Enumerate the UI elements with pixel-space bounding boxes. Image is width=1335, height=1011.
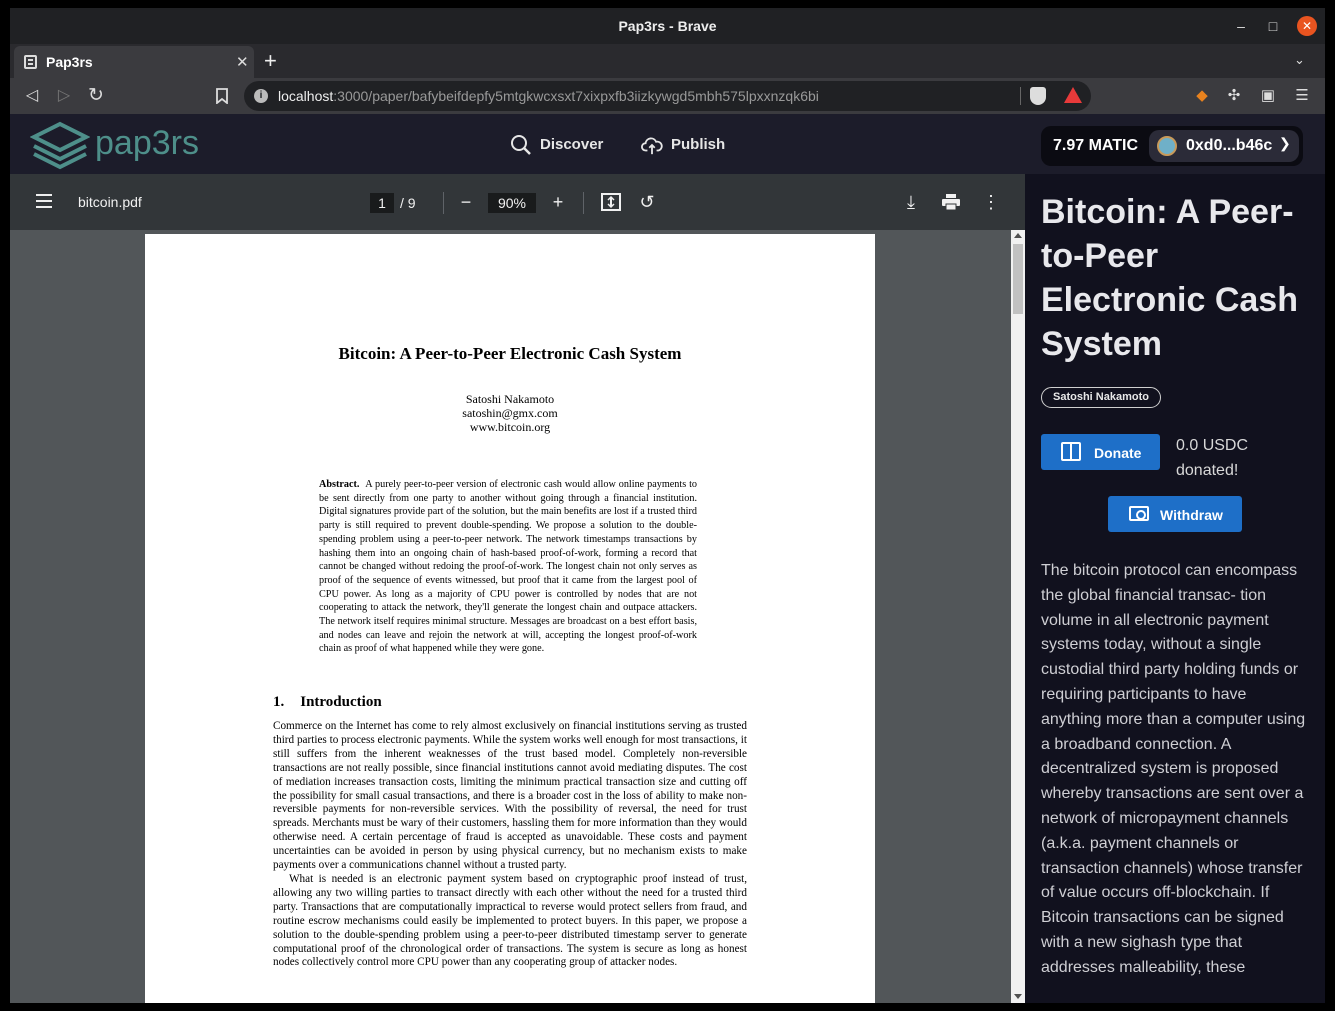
pap3rs-logo-icon[interactable]: [30, 120, 90, 170]
pdf-filename: bitcoin.pdf: [78, 194, 142, 210]
forward-icon[interactable]: ▷: [52, 84, 76, 108]
paper-details-panel: Bitcoin: A Peer-to-Peer Electronic Cash …: [1025, 174, 1325, 1003]
reload-icon[interactable]: ↻: [84, 84, 108, 108]
new-tab-button[interactable]: +: [264, 48, 277, 74]
pdf-page: Bitcoin: A Peer-to-Peer Electronic Cash …: [145, 234, 875, 1003]
wallet-widget: 7.97 MATIC 0xd0...b46c ❯: [1041, 126, 1303, 166]
intro-paragraph-2: What is needed is an electronic payment …: [273, 872, 747, 969]
page-total: / 9: [400, 195, 416, 211]
section-number: 1.: [273, 694, 285, 710]
download-icon[interactable]: ⤓: [900, 191, 922, 213]
withdraw-label: Withdraw: [1160, 507, 1223, 523]
paper-author-website: www.bitcoin.org: [469, 420, 551, 434]
tab-list-chevron-icon[interactable]: ⌄: [1294, 52, 1305, 68]
rotate-icon[interactable]: ↺: [636, 191, 658, 213]
gift-icon: [1061, 442, 1081, 461]
brave-shields-icon[interactable]: [1030, 87, 1046, 105]
url-host: localhost: [278, 88, 334, 104]
page-number-input[interactable]: 1: [370, 193, 394, 213]
pdf-viewer: bitcoin.pdf 1 / 9 − 90% + ↺ ⤓ ⋮ Bitcoin:…: [10, 174, 1025, 1003]
brave-rewards-icon[interactable]: [1064, 87, 1082, 103]
close-tab-icon[interactable]: ✕: [236, 53, 249, 71]
title-bar: Pap3rs - Brave – □ ✕: [10, 8, 1325, 44]
toolbar-divider: [443, 192, 444, 214]
account-address: 0xd0...b46c: [1186, 137, 1273, 154]
menu-icon[interactable]: ☰: [1292, 86, 1312, 106]
discover-label: Discover: [540, 135, 604, 153]
address-bar-divider: [1020, 87, 1021, 105]
donate-button[interactable]: Donate: [1041, 434, 1160, 470]
address-bar[interactable]: i localhost:3000/paper/bafybeifdepfy5mtg…: [244, 81, 1091, 111]
withdraw-icon: [1129, 506, 1149, 521]
toolbar-divider: [583, 192, 584, 214]
url-path: :3000/paper/bafybeifdepfy5mtgkwcxsxt7xix…: [333, 88, 819, 104]
bookmark-icon[interactable]: [210, 84, 234, 108]
browser-toolbar: ◁ ▷ ↻ i localhost:3000/paper/bafybeifdep…: [10, 78, 1325, 114]
window-title: Pap3rs - Brave: [618, 18, 717, 34]
paper-title: Bitcoin: A Peer-to-Peer Electronic Cash …: [338, 344, 682, 363]
page-favicon-icon: [24, 55, 37, 69]
paper-author-block: Satoshi Nakamoto satoshin@gmx.com www.bi…: [145, 392, 875, 434]
minimize-icon[interactable]: –: [1231, 16, 1251, 36]
pdf-sidebar-menu-icon[interactable]: [36, 194, 52, 208]
details-abstract: The bitcoin protocol can encompass the g…: [1041, 562, 1306, 985]
introduction-body: Commerce on the Internet has come to rel…: [273, 720, 747, 970]
fit-to-page-icon[interactable]: [600, 191, 622, 213]
search-icon: [511, 135, 531, 155]
app-header: pap3rs Discover Publish 7.97 MATIC 0xd0.…: [10, 114, 1325, 174]
pdf-toolbar: bitcoin.pdf 1 / 9 − 90% + ↺ ⤓ ⋮: [10, 174, 1025, 230]
intro-paragraph-1: Commerce on the Internet has come to rel…: [273, 720, 747, 872]
withdraw-button[interactable]: Withdraw: [1108, 496, 1242, 532]
abstract-text: A purely peer-to-peer version of electro…: [319, 479, 697, 655]
extensions-icon[interactable]: ✣: [1224, 86, 1244, 106]
tab-pap3rs[interactable]: Pap3rs ✕: [14, 46, 254, 78]
tab-title: Pap3rs: [46, 54, 93, 70]
close-window-icon[interactable]: ✕: [1297, 16, 1317, 36]
cloud-upload-icon: [641, 137, 663, 155]
donate-label: Donate: [1094, 445, 1142, 461]
chevron-down-icon: ❯: [1279, 135, 1291, 151]
scrollbar-thumb[interactable]: [1013, 244, 1023, 314]
abstract-label: Abstract.: [319, 479, 360, 490]
zoom-input[interactable]: 90%: [488, 193, 536, 213]
author-badge[interactable]: Satoshi Nakamoto: [1041, 387, 1161, 408]
paper-abstract: Abstract. A purely peer-to-peer version …: [319, 478, 697, 656]
zoom-in-icon[interactable]: +: [547, 191, 569, 213]
paper-author-name: Satoshi Nakamoto: [465, 392, 555, 406]
tab-strip: Pap3rs ✕ + ⌄: [10, 44, 1325, 78]
logo-text[interactable]: pap3rs: [95, 124, 199, 163]
account-button[interactable]: 0xd0...b46c ❯: [1149, 130, 1299, 162]
site-info-icon[interactable]: i: [254, 89, 268, 103]
zoom-out-icon[interactable]: −: [455, 191, 477, 213]
publish-label: Publish: [671, 135, 726, 153]
details-title: Bitcoin: A Peer-to-Peer Electronic Cash …: [1041, 193, 1298, 363]
avatar: [1157, 136, 1177, 156]
wallet-icon[interactable]: ▣: [1258, 86, 1278, 106]
browser-window: Pap3rs - Brave – □ ✕ Pap3rs ✕ + ⌄ ◁ ▷ ↻ …: [10, 8, 1325, 1003]
donated-amount: 0.0 USDC donated!: [1176, 437, 1249, 479]
back-icon[interactable]: ◁: [20, 84, 44, 108]
discover-link[interactable]: Discover: [510, 134, 603, 156]
url-text[interactable]: localhost:3000/paper/bafybeifdepfy5mtgkw…: [278, 88, 819, 104]
section-heading: 1. Introduction: [273, 694, 382, 711]
scroll-down-icon[interactable]: [1014, 994, 1022, 999]
print-icon[interactable]: [940, 191, 962, 213]
section-title: Introduction: [300, 694, 382, 710]
scroll-up-icon[interactable]: [1014, 233, 1022, 238]
more-options-icon[interactable]: ⋮: [980, 191, 1002, 213]
pdf-scrollbar[interactable]: [1011, 230, 1025, 1003]
metamask-icon[interactable]: ◆: [1192, 86, 1212, 106]
publish-link[interactable]: Publish: [641, 134, 725, 156]
paper-author-email: satoshin@gmx.com: [462, 406, 558, 420]
maximize-icon[interactable]: □: [1263, 16, 1283, 36]
balance-amount[interactable]: 7.97 MATIC: [1053, 137, 1138, 155]
